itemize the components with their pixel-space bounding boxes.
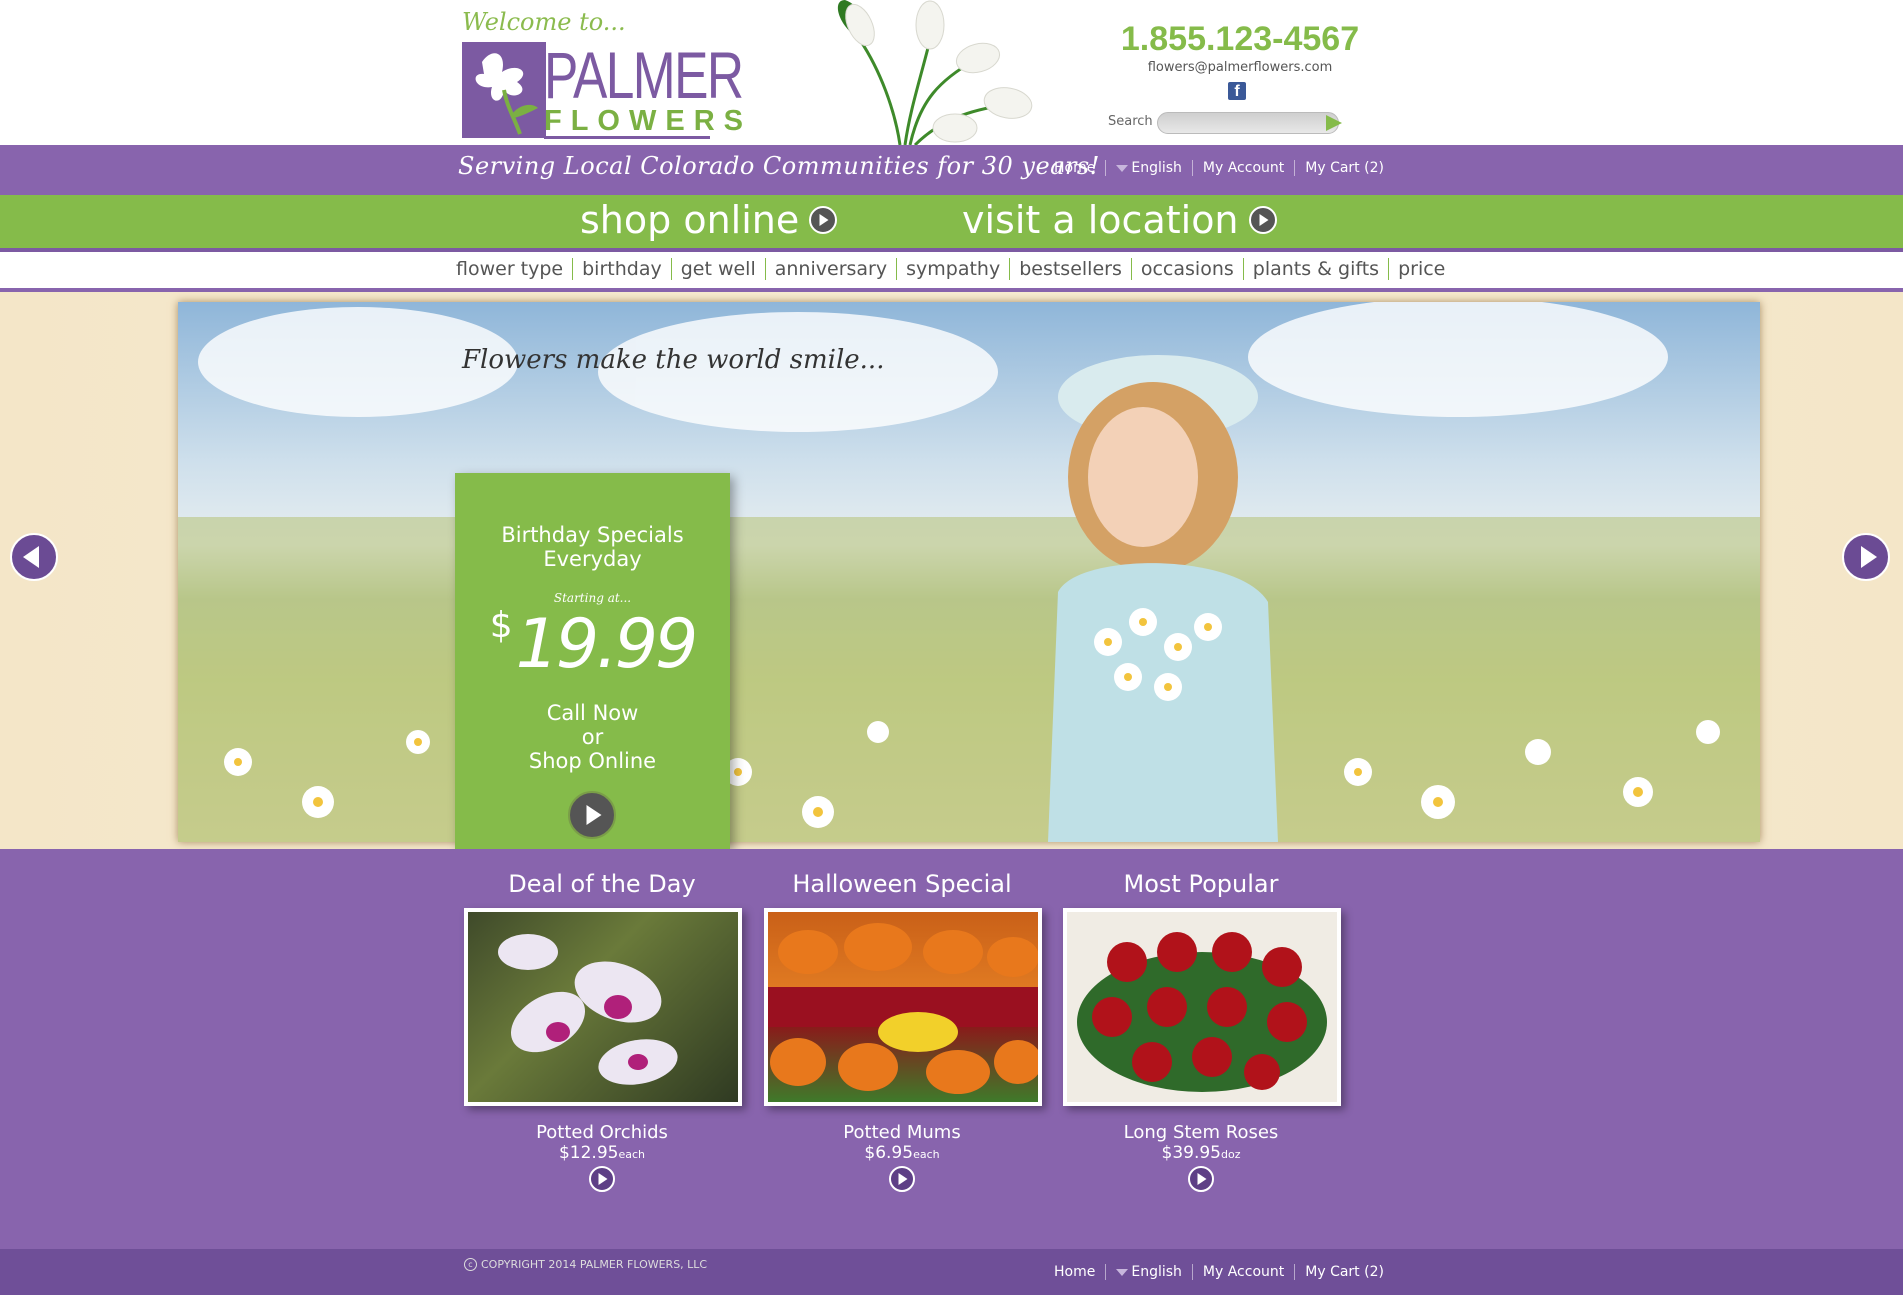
language-label: English [1131, 1264, 1182, 1280]
product-price-value: $39.95 [1161, 1143, 1221, 1163]
category-get-well[interactable]: get well [670, 258, 765, 280]
visit-location-label: visit a location [962, 198, 1239, 242]
play-arrow-icon [809, 206, 838, 234]
tagline: Serving Local Colorado Communities for 3… [458, 152, 1100, 180]
chevron-down-icon [1116, 164, 1129, 172]
category-occasions[interactable]: occasions [1130, 258, 1243, 280]
product-heading: Most Popular [1123, 870, 1279, 898]
home-link[interactable]: Home [1044, 160, 1105, 176]
my-cart-link[interactable]: My Cart (2) [1294, 1264, 1394, 1280]
carousel-next-icon[interactable] [1842, 533, 1890, 581]
product-price: $6.95each [764, 1143, 1040, 1163]
product-price-value: $6.95 [864, 1143, 914, 1163]
product-price-unit: each [618, 1148, 645, 1161]
product-go-icon[interactable] [889, 1166, 915, 1192]
search-input[interactable] [1157, 112, 1339, 134]
tulips-image [837, 0, 1033, 145]
promo-box: Birthday Specials Everyday Starting at..… [455, 473, 730, 849]
main-nav-bar [0, 195, 1903, 252]
promo-price: $19.99 [455, 605, 730, 684]
my-account-link[interactable]: My Account [1191, 1264, 1294, 1280]
hero-photo [178, 302, 1760, 842]
product-name[interactable]: Potted Orchids [464, 1122, 740, 1143]
product-image-orchids[interactable] [464, 908, 742, 1106]
product-price-unit: doz [1220, 1148, 1241, 1161]
pumpkin-image [768, 923, 1038, 1094]
language-label: English [1131, 160, 1182, 176]
language-select[interactable]: English [1105, 160, 1192, 176]
logo-underline [544, 136, 710, 139]
product-image-roses[interactable] [1063, 908, 1341, 1106]
utility-nav-bottom: Home English My Account My Cart (2) [1044, 1264, 1394, 1280]
category-sympathy[interactable]: sympathy [896, 258, 1009, 280]
facebook-icon[interactable]: f [1228, 82, 1246, 100]
play-arrow-icon [1248, 206, 1277, 234]
promo-cta-text: Call Now or Shop Online [528, 701, 657, 773]
my-cart-link[interactable]: My Cart (2) [1294, 160, 1394, 176]
copyright-text: COPYRIGHT 2014 PALMER FLOWERS, LLC [481, 1258, 708, 1271]
category-price[interactable]: price [1388, 258, 1454, 280]
logo-welcome-text: Welcome to... [462, 8, 626, 36]
category-plants-gifts[interactable]: plants & gifts [1242, 258, 1388, 280]
site-footer [0, 1249, 1903, 1295]
product-heading: Halloween Special [792, 870, 1012, 898]
product-price-unit: each [913, 1148, 940, 1161]
shop-online-link[interactable]: shop online [580, 198, 838, 242]
category-bestsellers[interactable]: bestsellers [1009, 258, 1131, 280]
search-submit-icon[interactable] [1326, 115, 1342, 131]
product-price-value: $12.95 [558, 1143, 619, 1163]
product-go-icon[interactable] [1188, 1166, 1214, 1192]
copyright-icon: c [464, 1258, 477, 1271]
language-select[interactable]: English [1105, 1264, 1192, 1280]
hero-meadow-image [178, 302, 1760, 842]
phone-number[interactable]: 1.855.123-4567 [1100, 20, 1380, 59]
chevron-down-icon [1116, 1268, 1129, 1276]
visit-location-link[interactable]: visit a location [962, 198, 1277, 242]
product-card: Most Popular Long Stem Roses $39.95doz [1063, 870, 1341, 1192]
roses-image [1067, 912, 1337, 1102]
promo-play-icon[interactable] [568, 791, 616, 839]
product-go-icon[interactable] [589, 1166, 615, 1192]
category-flower-type[interactable]: flower type [454, 258, 572, 280]
category-nav: flower type birthday get well anniversar… [454, 258, 1454, 280]
category-anniversary[interactable]: anniversary [764, 258, 896, 280]
promo-title: Birthday Specials Everyday [501, 523, 684, 571]
shop-online-label: shop online [580, 198, 800, 242]
category-birthday[interactable]: birthday [572, 258, 671, 280]
promo-price-value: 19.99 [515, 605, 699, 684]
product-card: Halloween Special Potted Mums $6.95each [764, 870, 1042, 1192]
promo-start-text: Starting at... [553, 591, 632, 605]
product-card: Deal of the Day Potted Orchids $12.95eac… [464, 870, 742, 1192]
logo-brand-flowers[interactable]: FLOWERS [544, 106, 752, 136]
email-link[interactable]: flowers@palmerflowers.com [1100, 60, 1380, 75]
copyright: c COPYRIGHT 2014 PALMER FLOWERS, LLC [464, 1258, 707, 1271]
home-link[interactable]: Home [1044, 1264, 1105, 1280]
product-name[interactable]: Potted Mums [764, 1122, 1040, 1143]
hero-title: Flowers make the world smile... [462, 345, 885, 375]
utility-nav-top: Home English My Account My Cart (2) [1044, 160, 1394, 176]
search-label: Search [1108, 114, 1153, 129]
product-price: $12.95each [464, 1143, 740, 1163]
promo-currency: $ [489, 605, 513, 646]
lily-logo-icon[interactable] [462, 42, 546, 138]
orchid-image [498, 934, 678, 1085]
logo-brand-palmer[interactable]: PALMER [544, 42, 744, 108]
my-account-link[interactable]: My Account [1191, 160, 1294, 176]
product-price: $39.95doz [1063, 1143, 1339, 1163]
product-heading: Deal of the Day [508, 870, 696, 898]
product-name[interactable]: Long Stem Roses [1063, 1122, 1339, 1143]
carousel-prev-icon[interactable] [10, 533, 58, 581]
product-image-mums[interactable] [764, 908, 1042, 1106]
